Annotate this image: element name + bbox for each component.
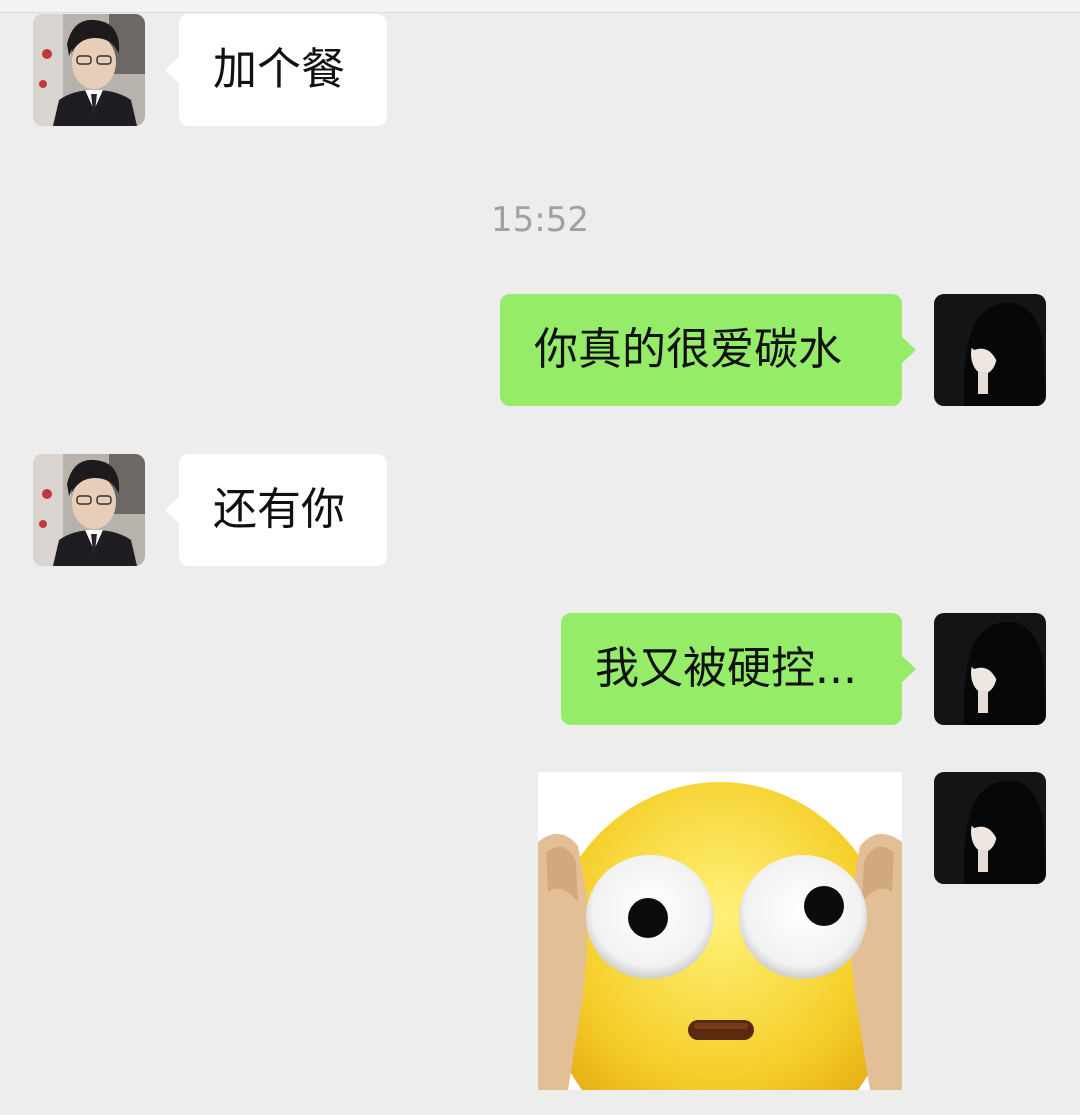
avatar-self[interactable] (934, 613, 1046, 725)
message-text: 还有你 (213, 484, 345, 535)
message-text: 我又被硬控... (595, 643, 857, 694)
incoming-message-bubble[interactable]: 加个餐 (165, 14, 387, 126)
shocked-emoji-icon (538, 772, 902, 1090)
avatar-contact[interactable] (33, 14, 145, 126)
woman-avatar-icon (934, 772, 1046, 884)
woman-avatar-icon (934, 613, 1046, 725)
message-text: 加个餐 (213, 44, 345, 95)
woman-avatar-icon (934, 294, 1046, 406)
man-avatar-icon (33, 14, 145, 126)
message-text: 你真的很爱碳水 (534, 324, 842, 375)
top-divider (0, 0, 1080, 13)
incoming-message-bubble[interactable]: 还有你 (165, 454, 387, 566)
avatar-self[interactable] (934, 294, 1046, 406)
chat-view: 加个餐 15:52 你真的很爱碳水 还有你 我又被硬控... (0, 0, 1080, 1115)
avatar-self[interactable] (934, 772, 1046, 884)
man-avatar-icon (33, 454, 145, 566)
avatar-contact[interactable] (33, 454, 145, 566)
message-timestamp: 15:52 (491, 200, 589, 240)
outgoing-message-bubble[interactable]: 我又被硬控... (561, 613, 916, 725)
outgoing-message-bubble[interactable]: 你真的很爱碳水 (500, 294, 916, 406)
sticker-message[interactable] (538, 772, 902, 1090)
